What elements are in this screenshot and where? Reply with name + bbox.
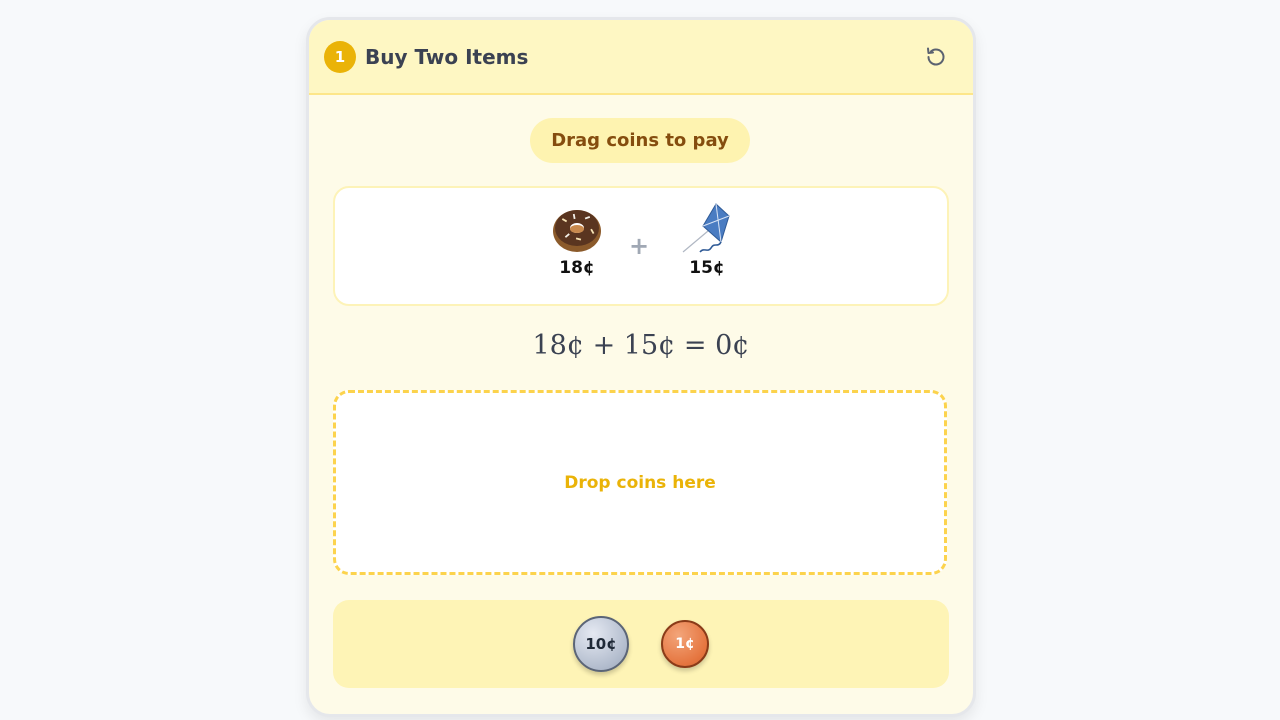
dime-coin[interactable]: 10¢ — [573, 616, 629, 672]
step-badge: 1 — [324, 41, 356, 73]
activity-card: 1 Buy Two Items Drag coins to pay 18¢ + … — [306, 17, 976, 717]
items-panel: 18¢ + 15¢ — [333, 186, 949, 306]
reset-icon — [927, 47, 945, 66]
card-header: 1 Buy Two Items — [309, 20, 973, 95]
instruction-pill: Drag coins to pay — [530, 118, 750, 163]
kite-icon — [682, 203, 730, 253]
equation: 18¢ + 15¢ = 0¢ — [532, 330, 750, 361]
item-donut: 18¢ — [542, 202, 612, 278]
item-kite: 15¢ — [672, 202, 742, 278]
drop-placeholder: Drop coins here — [564, 472, 716, 493]
item-price: 15¢ — [689, 258, 725, 278]
activity-title: Buy Two Items — [365, 45, 529, 69]
donut-icon — [553, 210, 601, 252]
reset-button[interactable] — [921, 42, 951, 72]
coin-drop-zone[interactable]: Drop coins here — [333, 390, 947, 575]
penny-coin[interactable]: 1¢ — [661, 620, 709, 668]
coin-tray: 10¢ 1¢ — [333, 600, 949, 688]
plus-sign: + — [629, 232, 650, 260]
item-price: 18¢ — [559, 258, 595, 278]
